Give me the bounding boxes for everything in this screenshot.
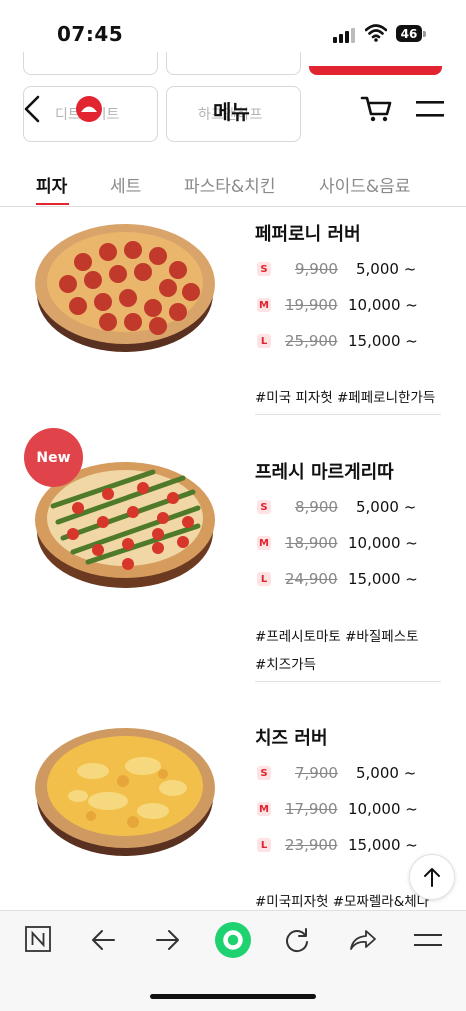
size-badge: S [257, 500, 271, 514]
pizza-hut-logo [76, 96, 102, 122]
item-hashtags: #프레시토마토 #바질페스토 [255, 629, 419, 645]
wifi-icon [365, 24, 387, 42]
item-separator [255, 414, 441, 415]
original-price: 17,900 [285, 800, 338, 818]
cellular-signal-icon [333, 28, 355, 43]
sale-price: 10,000 ~ [348, 534, 418, 552]
sale-price: 15,000 ~ [348, 570, 418, 588]
original-price: 8,900 [295, 498, 338, 516]
pepperoni-pizza-image [35, 224, 215, 352]
new-badge: New [24, 428, 83, 487]
size-badge: L [257, 334, 271, 348]
sale-price: 5,000 ~ [356, 498, 417, 516]
naver-n-icon[interactable] [25, 926, 51, 952]
ghost-card-top-right [309, 66, 442, 75]
original-price: 23,900 [285, 836, 338, 854]
item-hashtags: #치즈가득 [255, 657, 316, 673]
item-hashtags: #미국 피자헛 #페페로니한가득 [255, 390, 436, 406]
tab-set[interactable]: 세트 [110, 172, 141, 197]
sale-price: 10,000 ~ [348, 296, 418, 314]
browser-menu-icon[interactable] [414, 932, 442, 948]
reload-icon[interactable] [284, 927, 310, 953]
status-time: 07:45 [57, 22, 124, 46]
home-indicator [150, 994, 316, 999]
size-badge: M [257, 298, 271, 312]
hamburger-icon[interactable] [416, 99, 444, 119]
item-separator [255, 681, 441, 682]
page-title: 메뉴 [213, 100, 250, 124]
size-badge: L [257, 572, 271, 586]
naver-green-dot-icon[interactable] [214, 921, 252, 959]
sale-price: 10,000 ~ [348, 800, 418, 818]
size-badge: M [257, 536, 271, 550]
sale-price: 15,000 ~ [348, 836, 418, 854]
sale-price: 15,000 ~ [348, 332, 418, 350]
tab-pizza[interactable]: 피자 [36, 172, 67, 197]
cart-icon[interactable] [360, 95, 392, 123]
item-hashtags: #미국피자헛 #모짜렐라&체다 [255, 894, 430, 910]
original-price: 18,900 [285, 534, 338, 552]
original-price: 9,900 [295, 260, 338, 278]
back-arrow-icon[interactable] [90, 928, 116, 952]
ghost-card-top-left [23, 52, 158, 75]
battery-icon: 46 [396, 25, 422, 42]
battery-cap [423, 31, 426, 37]
original-price: 25,900 [285, 332, 338, 350]
forward-arrow-icon[interactable] [155, 928, 181, 952]
share-icon[interactable] [349, 928, 377, 952]
ghost-card-top-middle [166, 52, 301, 75]
chevron-left-icon[interactable] [22, 94, 42, 124]
tab-active-indicator [36, 203, 69, 205]
size-badge: M [257, 802, 271, 816]
item-name: 페퍼로니 러버 [255, 224, 361, 245]
original-price: 7,900 [295, 764, 338, 782]
arrow-up-icon [424, 868, 440, 887]
sale-price: 5,000 ~ [356, 260, 417, 278]
tab-side-drink[interactable]: 사이드&음료 [319, 172, 410, 197]
size-badge: L [257, 838, 271, 852]
original-price: 24,900 [285, 570, 338, 588]
size-badge: S [257, 766, 271, 780]
cheese-pizza-image [35, 728, 215, 856]
item-name: 프레시 마르게리따 [255, 462, 394, 483]
item-name: 치즈 러버 [255, 728, 328, 749]
original-price: 19,900 [285, 296, 338, 314]
sale-price: 5,000 ~ [356, 764, 417, 782]
tab-pasta-chicken[interactable]: 파스타&치킨 [184, 172, 275, 197]
size-badge: S [257, 262, 271, 276]
scroll-top-button[interactable] [409, 854, 455, 900]
